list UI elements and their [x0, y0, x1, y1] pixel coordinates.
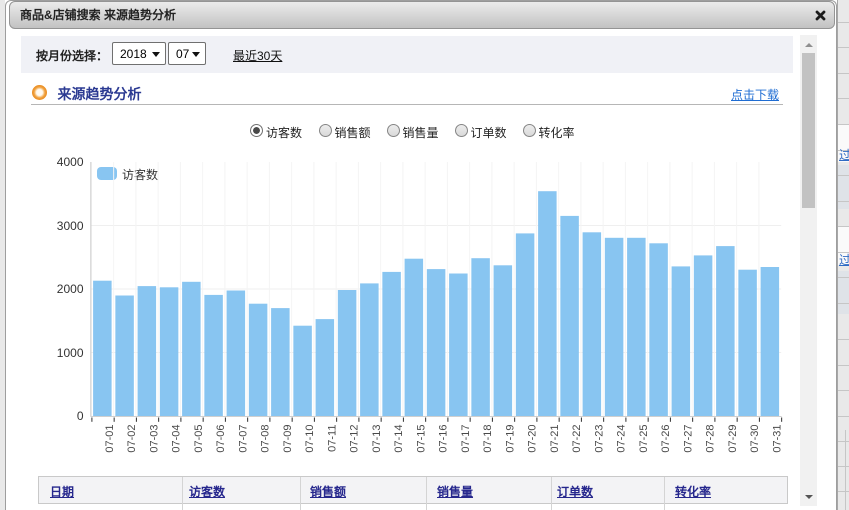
svg-text:07-02: 07-02 [126, 425, 138, 453]
svg-text:07-19: 07-19 [504, 425, 516, 453]
svg-text:07-30: 07-30 [749, 425, 761, 453]
svg-text:07-08: 07-08 [260, 425, 272, 453]
svg-text:07-09: 07-09 [282, 425, 294, 453]
svg-text:07-17: 07-17 [460, 425, 472, 453]
svg-text:07-13: 07-13 [371, 425, 383, 453]
svg-text:07-21: 07-21 [549, 425, 561, 453]
svg-text:07-12: 07-12 [349, 425, 361, 453]
svg-text:07-07: 07-07 [237, 425, 249, 453]
svg-text:07-24: 07-24 [616, 425, 628, 453]
svg-text:07-05: 07-05 [193, 425, 205, 453]
svg-text:07-18: 07-18 [482, 425, 494, 453]
svg-text:07-29: 07-29 [727, 425, 739, 453]
svg-text:07-10: 07-10 [304, 425, 316, 453]
svg-text:07-04: 07-04 [171, 425, 183, 453]
svg-text:07-23: 07-23 [593, 425, 605, 453]
svg-text:07-03: 07-03 [148, 425, 160, 453]
svg-text:07-28: 07-28 [705, 425, 717, 453]
svg-text:07-25: 07-25 [638, 425, 650, 453]
svg-text:07-16: 07-16 [438, 425, 450, 453]
svg-text:07-20: 07-20 [527, 425, 539, 453]
svg-text:07-11: 07-11 [326, 425, 338, 452]
svg-text:07-14: 07-14 [393, 425, 405, 453]
svg-text:07-15: 07-15 [415, 425, 427, 453]
svg-text:07-06: 07-06 [215, 425, 227, 453]
svg-text:07-22: 07-22 [571, 425, 583, 453]
svg-text:07-26: 07-26 [660, 425, 672, 453]
svg-text:07-31: 07-31 [771, 425, 783, 453]
svg-text:07-27: 07-27 [682, 425, 694, 453]
svg-text:07-01: 07-01 [104, 425, 116, 453]
